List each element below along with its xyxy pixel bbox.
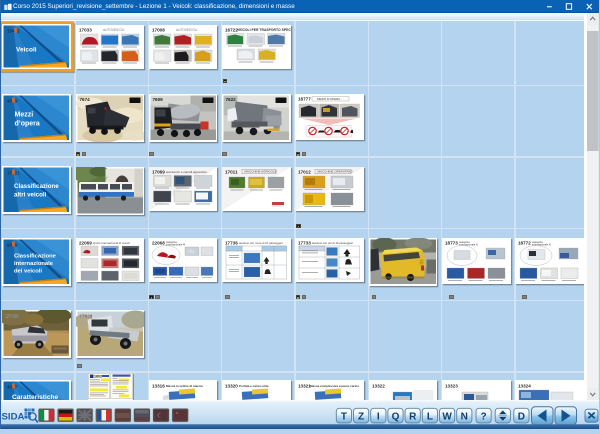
svg-text:altri veicoli: altri veicoli [14, 192, 47, 199]
svg-text:Portata e carico utile: Portata e carico utile [239, 384, 269, 388]
svg-text:13322: 13322 [372, 384, 385, 389]
svg-text:43: 43 [7, 99, 12, 104]
svg-text:d’opera: d’opera [15, 121, 40, 128]
svg-text:22069: 22069 [79, 241, 92, 246]
svg-text:7609: 7609 [152, 97, 163, 102]
svg-text:1802: 1802 [94, 375, 102, 379]
svg-text:18773: 18773 [445, 241, 458, 246]
svg-text:T: T [341, 411, 347, 422]
svg-text:7674: 7674 [79, 97, 90, 102]
svg-text:7622: 7622 [226, 97, 237, 102]
svg-text:W: W [442, 411, 452, 422]
svg-text:Veicoli: Veicoli [16, 47, 37, 54]
svg-text:internazionale: internazionale [14, 261, 54, 267]
svg-text:autobus con more di 16 passegg: autobus con more di 16 passeggeri [239, 241, 283, 245]
svg-text:R: R [409, 411, 417, 422]
svg-text:17922: 17922 [6, 314, 19, 319]
svg-text:18772: 18772 [518, 241, 531, 246]
svg-text:Q: Q [392, 411, 400, 422]
svg-text:Classificazione: Classificazione [14, 254, 57, 260]
svg-text:?: ? [481, 411, 487, 422]
svg-text:VEICOLI PER TRASPORTO SPECIFIC: VEICOLI PER TRASPORTO SPECIFICO [237, 28, 291, 32]
svg-text:L: L [427, 411, 433, 422]
svg-text:17008: 17008 [152, 27, 165, 32]
svg-text:Massa in ordine di marcia: Massa in ordine di marcia [166, 384, 203, 388]
svg-text:17939: 17939 [79, 314, 92, 319]
svg-text:MACCHINE AGRICOLE: MACCHINE AGRICOLE [245, 170, 277, 174]
svg-text:17033: 17033 [79, 27, 92, 32]
svg-text:13324: 13324 [518, 384, 531, 389]
svg-text:Classificazione: Classificazione [14, 183, 59, 190]
svg-text:D: D [518, 411, 525, 422]
svg-text:93: 93 [7, 243, 12, 248]
svg-text:dei veicoli: dei veicoli [14, 269, 42, 275]
svg-text:13323: 13323 [445, 384, 458, 389]
svg-text:154: 154 [7, 29, 15, 34]
svg-text:13320: 13320 [225, 384, 238, 389]
svg-text:SIDA: SIDA [2, 412, 25, 423]
svg-text:17012: 17012 [298, 169, 311, 174]
svg-text:17733: 17733 [298, 241, 311, 246]
svg-text:sporto internazionali di veico: sporto internazionali di veicoli [93, 241, 130, 245]
svg-text:MACCHINE OPERATRICI: MACCHINE OPERATRICI [318, 170, 353, 174]
svg-text:Z: Z [358, 411, 364, 422]
svg-text:21: 21 [15, 171, 20, 176]
svg-text:17069: 17069 [152, 169, 165, 174]
svg-text:22068: 22068 [152, 241, 165, 246]
svg-text:autotreni/c e carrelli appendi: autotreni/c e carrelli appendice [166, 170, 207, 174]
svg-text:17736: 17736 [225, 241, 238, 246]
svg-text:17011: 17011 [225, 169, 238, 174]
svg-text:Massa complessiva a pieno cari: Massa complessiva a pieno carico [310, 384, 359, 388]
svg-text:AUTOVEICOLI: AUTOVEICOLI [176, 27, 197, 31]
svg-text:MEZZI D’OPERA: MEZZI D’OPERA [317, 97, 340, 101]
svg-text:I: I [377, 411, 380, 422]
svg-text:N: N [461, 411, 468, 422]
svg-text:18777: 18777 [298, 97, 311, 102]
svg-text:17: 17 [7, 171, 12, 176]
svg-text:autobus con più di 16 passegge: autobus con più di 16 passeggeri [312, 241, 353, 245]
svg-text:AUTOVEICOLI: AUTOVEICOLI [103, 27, 124, 31]
svg-text:13316: 13316 [152, 384, 165, 389]
svg-text:43: 43 [7, 385, 12, 390]
svg-text:Mezzi: Mezzi [15, 112, 34, 119]
